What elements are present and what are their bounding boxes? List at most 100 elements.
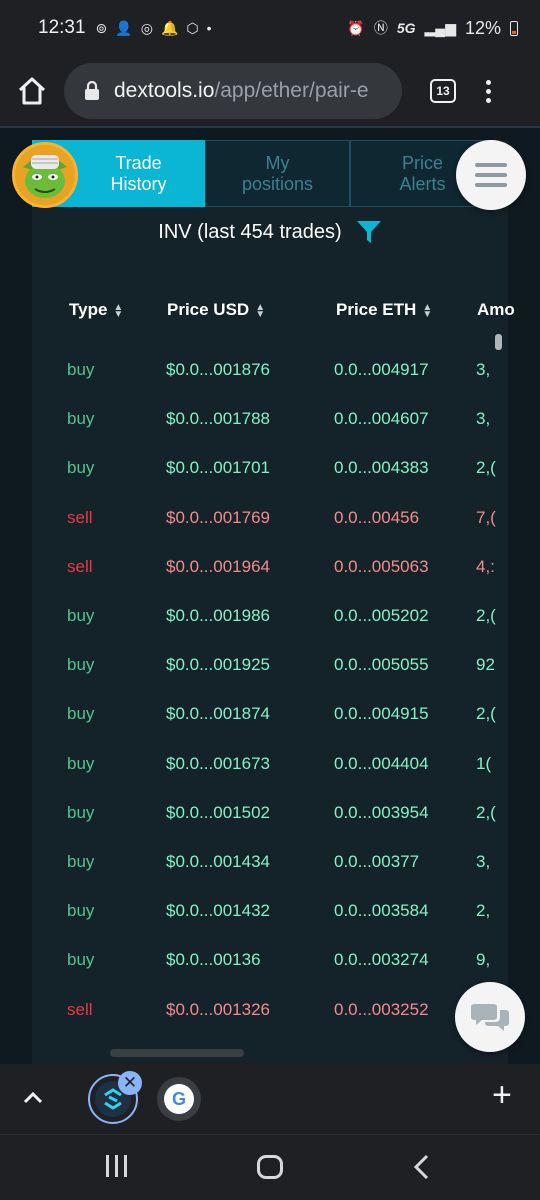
system-icons: ⏰ Ⓝ 5G ▂▄▆ 12% xyxy=(347,18,518,39)
cell-amt: 4,: xyxy=(476,556,495,576)
cell-type: buy xyxy=(67,655,95,675)
cell-eth: 0.0...004383 xyxy=(334,458,429,478)
table-row[interactable]: sell $0.0...001964 0.0...005063 4,: xyxy=(32,539,508,588)
table-row[interactable]: buy $0.0...001986 0.0...005202 2,( xyxy=(32,588,508,637)
cell-amt: 2, xyxy=(476,901,491,921)
cell-usd: $0.0...001925 xyxy=(166,655,270,675)
cell-usd: $0.0...001874 xyxy=(166,704,270,724)
tab-google[interactable]: G xyxy=(157,1077,201,1121)
cell-amt: 3, xyxy=(476,409,491,429)
avatar-icon xyxy=(15,145,75,205)
cell-usd: $0.0...001502 xyxy=(166,802,270,822)
cell-usd: $0.0...00136 xyxy=(166,950,261,970)
close-tab-icon[interactable]: ✕ xyxy=(118,1071,142,1095)
cell-eth: 0.0...00377 xyxy=(334,852,420,871)
cell-usd: $0.0...001326 xyxy=(166,999,270,1019)
cell-usd: $0.0...001432 xyxy=(166,901,270,921)
bell-icon: 🔔 xyxy=(160,19,179,36)
person-add-icon: 👤 xyxy=(115,19,133,36)
cell-type: buy xyxy=(67,606,95,625)
address-bar[interactable]: dextools.io/app/ether/pair-e xyxy=(64,63,402,119)
alarm-icon: ⏰ xyxy=(347,19,365,36)
cell-eth: 0.0...005202 xyxy=(334,606,429,625)
sort-icon: ▲ ▼ xyxy=(422,301,433,320)
table-row[interactable]: buy $0.0...00136 0.0...003274 9, xyxy=(32,932,508,981)
cell-amt: 9, xyxy=(476,950,491,970)
col-type-header[interactable]: Type ▲ ▼ xyxy=(69,300,123,320)
cell-usd: $0.0...001701 xyxy=(166,458,270,478)
tab-strip: ✕ G + xyxy=(0,1064,540,1134)
cell-type: sell xyxy=(67,507,93,527)
table-row[interactable]: buy $0.0...001432 0.0...003584 2, xyxy=(32,883,508,932)
cell-amt: 7,( xyxy=(476,507,496,527)
table-row[interactable]: buy $0.0...001925 0.0...005055 92 xyxy=(32,637,508,686)
shield-icon: ⬡ xyxy=(186,19,199,36)
cell-amt: 2,( xyxy=(476,704,496,724)
tab-bar: Trade History My positions Price Alerts xyxy=(32,140,508,207)
cell-usd: $0.0...001673 xyxy=(166,753,270,773)
home-nav-button[interactable] xyxy=(257,1155,283,1179)
home-button[interactable] xyxy=(0,76,64,106)
signal-icon: ▂▄▆ xyxy=(424,19,456,36)
avatar[interactable] xyxy=(12,142,78,208)
cell-type: buy xyxy=(67,950,95,970)
cell-usd: $0.0...001876 xyxy=(166,360,270,379)
col-amount-header[interactable]: Amo xyxy=(477,300,515,320)
cell-type: sell xyxy=(67,999,93,1019)
col-price-usd-header[interactable]: Price USD ▲ ▼ xyxy=(167,300,265,320)
back-icon[interactable] xyxy=(410,1153,432,1181)
cell-eth: 0.0...005063 xyxy=(334,556,429,576)
horizontal-scrollbar[interactable] xyxy=(110,1049,244,1057)
chat-icon xyxy=(471,1004,509,1031)
cell-type: buy xyxy=(67,901,95,921)
table-row[interactable]: buy $0.0...001874 0.0...004915 2,( xyxy=(32,686,508,735)
status-bar: 12:31 ⊚ 👤 ◎ 🔔 ⬡ • ⏰ Ⓝ 5G ▂▄▆ 12% xyxy=(0,0,540,56)
tab-switcher-button[interactable]: 13 xyxy=(430,79,456,103)
cell-type: buy xyxy=(67,753,95,773)
chat-button[interactable] xyxy=(455,982,525,1052)
table-row[interactable]: sell $0.0...001326 0.0...003252 xyxy=(32,982,508,1031)
trades-header: INV (last 454 trades) xyxy=(0,220,540,244)
cell-type: sell xyxy=(67,556,93,576)
cell-eth: 0.0...004917 xyxy=(334,360,429,379)
table-row[interactable]: buy $0.0...001502 0.0...003954 2,( xyxy=(32,785,508,834)
google-icon: G xyxy=(164,1084,194,1114)
table-row[interactable]: buy $0.0...001673 0.0...004404 1( xyxy=(32,736,508,785)
table-row[interactable]: sell $0.0...001769 0.0...00456 7,( xyxy=(32,490,508,539)
chevron-up-icon[interactable] xyxy=(22,1088,44,1108)
sync-icon: ⊚ xyxy=(95,19,108,36)
status-time: 12:31 xyxy=(38,17,86,38)
cell-type: buy xyxy=(67,704,95,724)
cell-usd: $0.0...001788 xyxy=(166,409,270,429)
lock-icon xyxy=(85,81,99,100)
col-price-eth-header[interactable]: Price ETH ▲ ▼ xyxy=(336,300,432,320)
cell-usd: $0.0...001986 xyxy=(166,606,270,625)
trades-table-body: buy $0.0...001876 0.0...004917 3, buy $0.0...… xyxy=(32,342,508,1042)
dot-icon: • xyxy=(206,20,212,36)
cell-eth: 0.0...004915 xyxy=(334,704,429,724)
cell-eth: 0.0...003584 xyxy=(334,901,429,921)
table-row[interactable]: buy $0.0...001701 0.0...004383 2,( xyxy=(32,440,508,489)
new-tab-button[interactable]: + xyxy=(492,1078,512,1112)
cell-type: buy xyxy=(67,852,95,871)
url-path: /app/ether/pair-e xyxy=(214,79,369,102)
nfc-icon: Ⓝ xyxy=(373,20,388,36)
table-row[interactable]: buy $0.0...001876 0.0...004917 3, xyxy=(32,342,508,391)
url-host: dextools.io xyxy=(114,79,215,102)
cell-eth: 0.0...003274 xyxy=(334,950,429,970)
notification-icons: ⊚ 👤 ◎ 🔔 ⬡ • xyxy=(96,20,212,37)
table-row[interactable]: buy $0.0...001788 0.0...004607 3, xyxy=(32,391,508,440)
tab-my-positions[interactable]: My positions xyxy=(205,140,350,207)
cell-amt: 92 xyxy=(476,655,495,675)
sort-icon: ▲ ▼ xyxy=(113,301,124,320)
cell-amt: 3, xyxy=(476,852,491,871)
recent-apps-button[interactable] xyxy=(106,1155,127,1177)
browser-menu-button[interactable] xyxy=(486,79,491,103)
battery-percent: 12% xyxy=(464,17,501,38)
filter-icon[interactable] xyxy=(356,220,382,244)
table-row[interactable]: buy $0.0...001434 0.0...00377 3, xyxy=(32,834,508,883)
browser-toolbar: dextools.io/app/ether/pair-e 13 xyxy=(0,56,540,126)
menu-button[interactable] xyxy=(456,140,526,210)
cell-amt: 2,( xyxy=(476,458,496,478)
cell-amt: 3, xyxy=(476,360,491,379)
